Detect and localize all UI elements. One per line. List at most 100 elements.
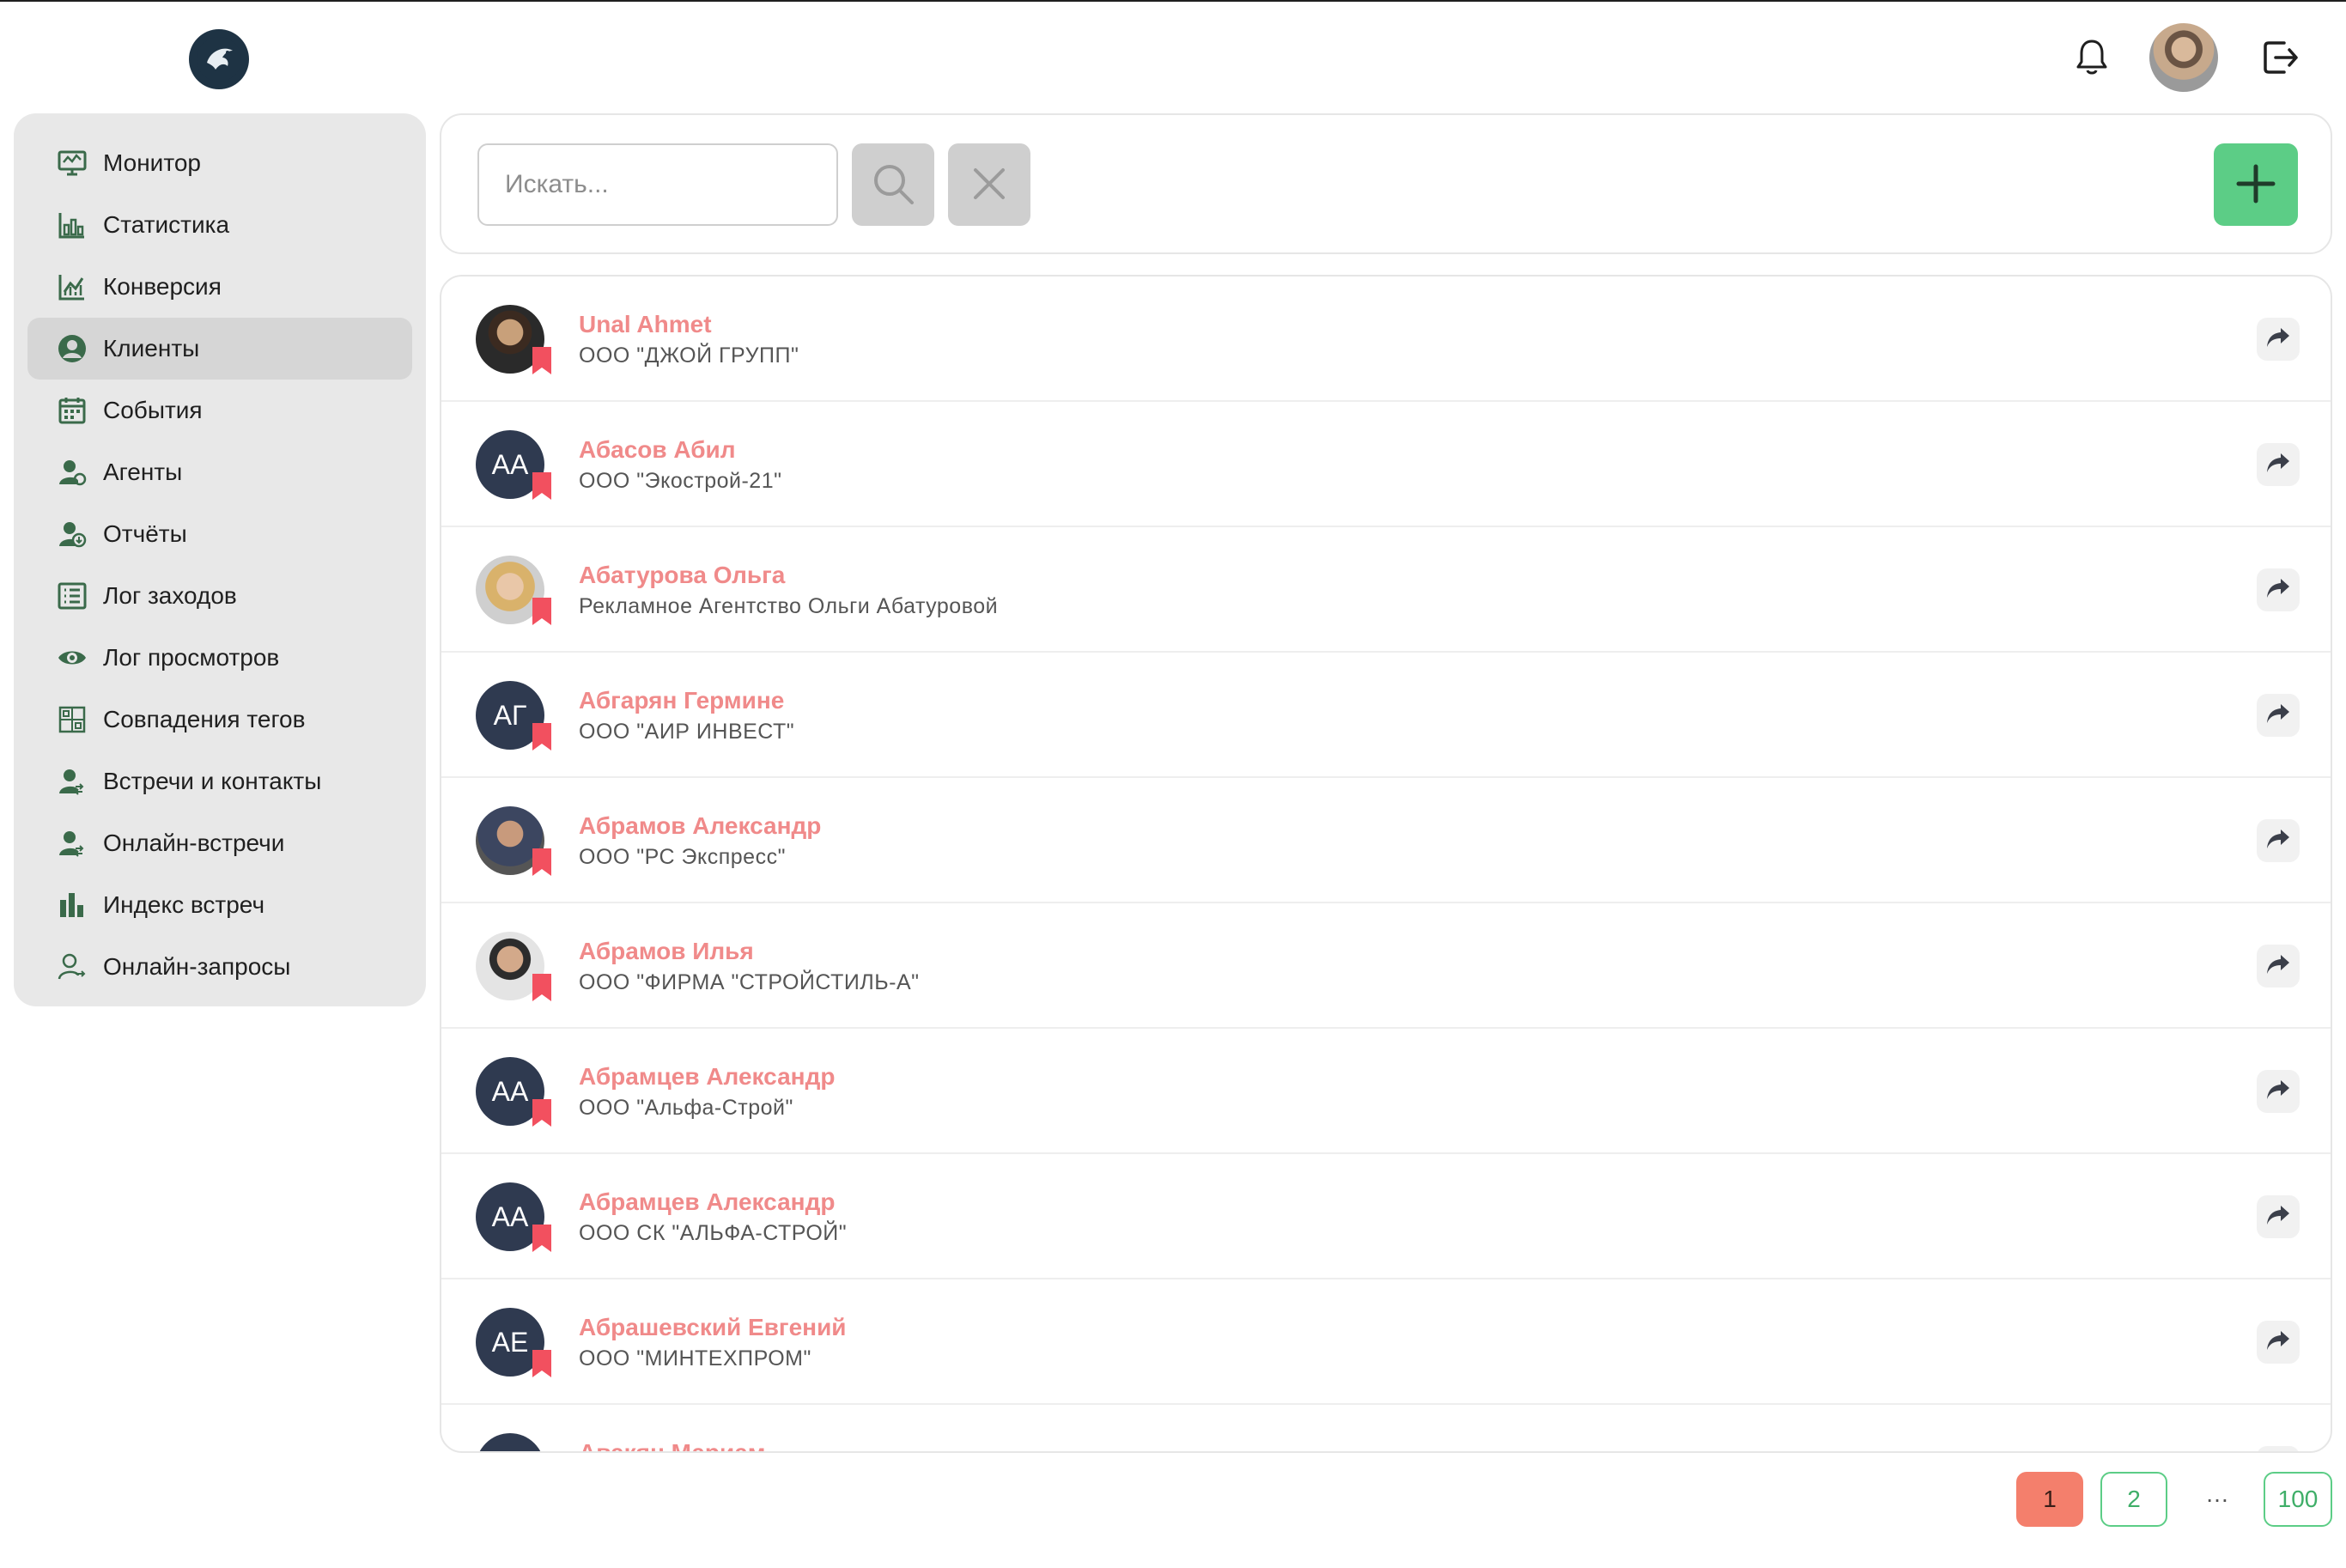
sidebar-item-login-log[interactable]: Лог заходов [27, 565, 412, 627]
user-circle-icon [55, 331, 89, 366]
logout-icon[interactable] [2262, 38, 2300, 77]
bookmark-icon[interactable] [532, 723, 551, 751]
agents-icon [55, 455, 89, 489]
sidebar-item-agents[interactable]: Агенты [27, 441, 412, 503]
search-input[interactable] [477, 143, 838, 226]
client-name[interactable]: Unal Ahmet [579, 311, 712, 338]
client-avatar [476, 1433, 544, 1451]
share-button[interactable] [2257, 819, 2300, 862]
client-name[interactable]: Абрамцев Александр [579, 1188, 835, 1216]
client-company: ООО СК "АЛЬФА-СТРОЙ" [579, 1221, 848, 1245]
client-name[interactable]: Абрамцев Александр [579, 1063, 835, 1091]
client-name[interactable]: Абрамов Александр [579, 812, 821, 840]
clear-search-button[interactable] [948, 143, 1030, 226]
monitor-icon [55, 146, 89, 180]
sidebar-item-reports[interactable]: Отчёты [27, 503, 412, 565]
statistics-icon [55, 208, 89, 242]
sidebar-item-tag-matches[interactable]: Совпадения тегов [27, 689, 412, 751]
client-company: ООО "Альфа-Строй" [579, 1096, 793, 1120]
sidebar-item-conversion[interactable]: Конверсия [27, 256, 412, 318]
client-row[interactable]: АА Абрамцев Александр ООО "Альфа-Строй" [441, 1029, 2331, 1154]
bar-chart-icon [55, 888, 89, 922]
share-button[interactable] [2257, 945, 2300, 988]
close-icon [970, 165, 1008, 205]
eagle-logo-icon[interactable] [189, 29, 249, 89]
sidebar-item-meetings[interactable]: Встречи и контакты [27, 751, 412, 812]
sidebar-item-label: Агенты [103, 459, 183, 485]
client-row[interactable]: АА Абасов Абил ООО "Экострой-21" [441, 402, 2331, 527]
sidebar-item-label: События [103, 397, 203, 423]
sidebar-item-online-meetings[interactable]: Онлайн-встречи [27, 812, 412, 874]
share-button[interactable] [2257, 1070, 2300, 1113]
bookmark-icon[interactable] [532, 848, 551, 876]
eye-icon [55, 641, 89, 675]
share-button[interactable] [2257, 568, 2300, 611]
share-button[interactable] [2257, 694, 2300, 737]
reports-icon [55, 517, 89, 551]
search-toolbar [440, 113, 2332, 254]
client-row[interactable]: Абатурова Ольга Рекламное Агентство Ольг… [441, 527, 2331, 653]
client-name[interactable]: Авакян Мариам [579, 1439, 766, 1451]
sidebar-item-events[interactable]: События [27, 380, 412, 441]
sidebar-item-label: Онлайн-встречи [103, 830, 285, 856]
sidebar-item-label: Индекс встреч [103, 891, 265, 918]
sidebar-item-statistics[interactable]: Статистика [27, 194, 412, 256]
bell-icon[interactable] [2075, 38, 2109, 76]
page-button-1[interactable]: 1 [2016, 1472, 2083, 1527]
sidebar-item-label: Встречи и контакты [103, 768, 322, 794]
client-name[interactable]: Абгарян Гермине [579, 687, 784, 714]
pagination-ellipsis: … [2205, 1480, 2229, 1507]
share-icon [2265, 1204, 2291, 1231]
client-row[interactable]: Абрамов Илья ООО "ФИРМА "СТРОЙСТИЛЬ-А" [441, 903, 2331, 1029]
sidebar-item-online-requests[interactable]: Онлайн-запросы [27, 936, 412, 998]
sidebar-item-view-log[interactable]: Лог просмотров [27, 627, 412, 689]
bookmark-icon[interactable] [532, 1225, 551, 1252]
bookmark-icon[interactable] [532, 347, 551, 374]
client-name[interactable]: Абатурова Ольга [579, 562, 785, 589]
share-icon [2265, 1079, 2291, 1105]
user-avatar[interactable] [2149, 23, 2218, 92]
share-button[interactable] [2257, 443, 2300, 486]
sidebar-item-label: Отчёты [103, 520, 187, 547]
client-row[interactable]: АА Абрамцев Александр ООО СК "АЛЬФА-СТРО… [441, 1154, 2331, 1279]
share-icon [2265, 953, 2291, 980]
client-row[interactable]: АГ Абгарян Гермине ООО "АИР ИНВЕСТ" [441, 653, 2331, 778]
sidebar-nav: Монитор Статистика Конверсия Клиенты Соб… [14, 113, 426, 1006]
bookmark-icon[interactable] [532, 1099, 551, 1127]
share-icon [2265, 702, 2291, 729]
bookmark-icon[interactable] [532, 472, 551, 500]
search-button[interactable] [852, 143, 934, 226]
sidebar-item-monitor[interactable]: Монитор [27, 132, 412, 194]
client-name[interactable]: Абрашевский Евгений [579, 1314, 847, 1341]
share-icon [2265, 326, 2291, 353]
share-icon [2265, 1329, 2291, 1356]
online-requests-icon [55, 950, 89, 984]
page-button-2[interactable]: 2 [2100, 1472, 2167, 1527]
client-company: ООО "РС Экспресс" [579, 845, 786, 869]
share-button[interactable] [2257, 1446, 2300, 1451]
bookmark-icon[interactable] [532, 974, 551, 1001]
share-icon [2265, 452, 2291, 478]
client-name[interactable]: Абрамов Илья [579, 938, 754, 965]
add-client-button[interactable] [2214, 143, 2298, 226]
plus-icon [2235, 163, 2276, 207]
client-row[interactable]: Авакян Мариам [441, 1405, 2331, 1451]
sidebar-item-clients[interactable]: Клиенты [27, 318, 412, 380]
share-button[interactable] [2257, 1321, 2300, 1364]
sidebar-item-label: Совпадения тегов [103, 706, 306, 732]
client-row[interactable]: Абрамов Александр ООО "РС Экспресс" [441, 778, 2331, 903]
client-company: ООО "Экострой-21" [579, 469, 782, 493]
client-row[interactable]: АЕ Абрашевский Евгений ООО "МИНТЕХПРОМ" [441, 1279, 2331, 1405]
share-button[interactable] [2257, 318, 2300, 361]
sidebar-item-label: Клиенты [103, 335, 200, 362]
sidebar-item-meeting-index[interactable]: Индекс встреч [27, 874, 412, 936]
client-row[interactable]: Unal Ahmet ООО "ДЖОЙ ГРУПП" [441, 277, 2331, 402]
client-name[interactable]: Абасов Абил [579, 436, 736, 464]
sidebar-item-label: Монитор [103, 149, 201, 176]
page-button-100[interactable]: 100 [2264, 1472, 2332, 1527]
client-company: Рекламное Агентство Ольги Абатуровой [579, 594, 999, 618]
share-icon [2265, 828, 2291, 854]
bookmark-icon[interactable] [532, 598, 551, 625]
bookmark-icon[interactable] [532, 1350, 551, 1377]
share-button[interactable] [2257, 1195, 2300, 1238]
